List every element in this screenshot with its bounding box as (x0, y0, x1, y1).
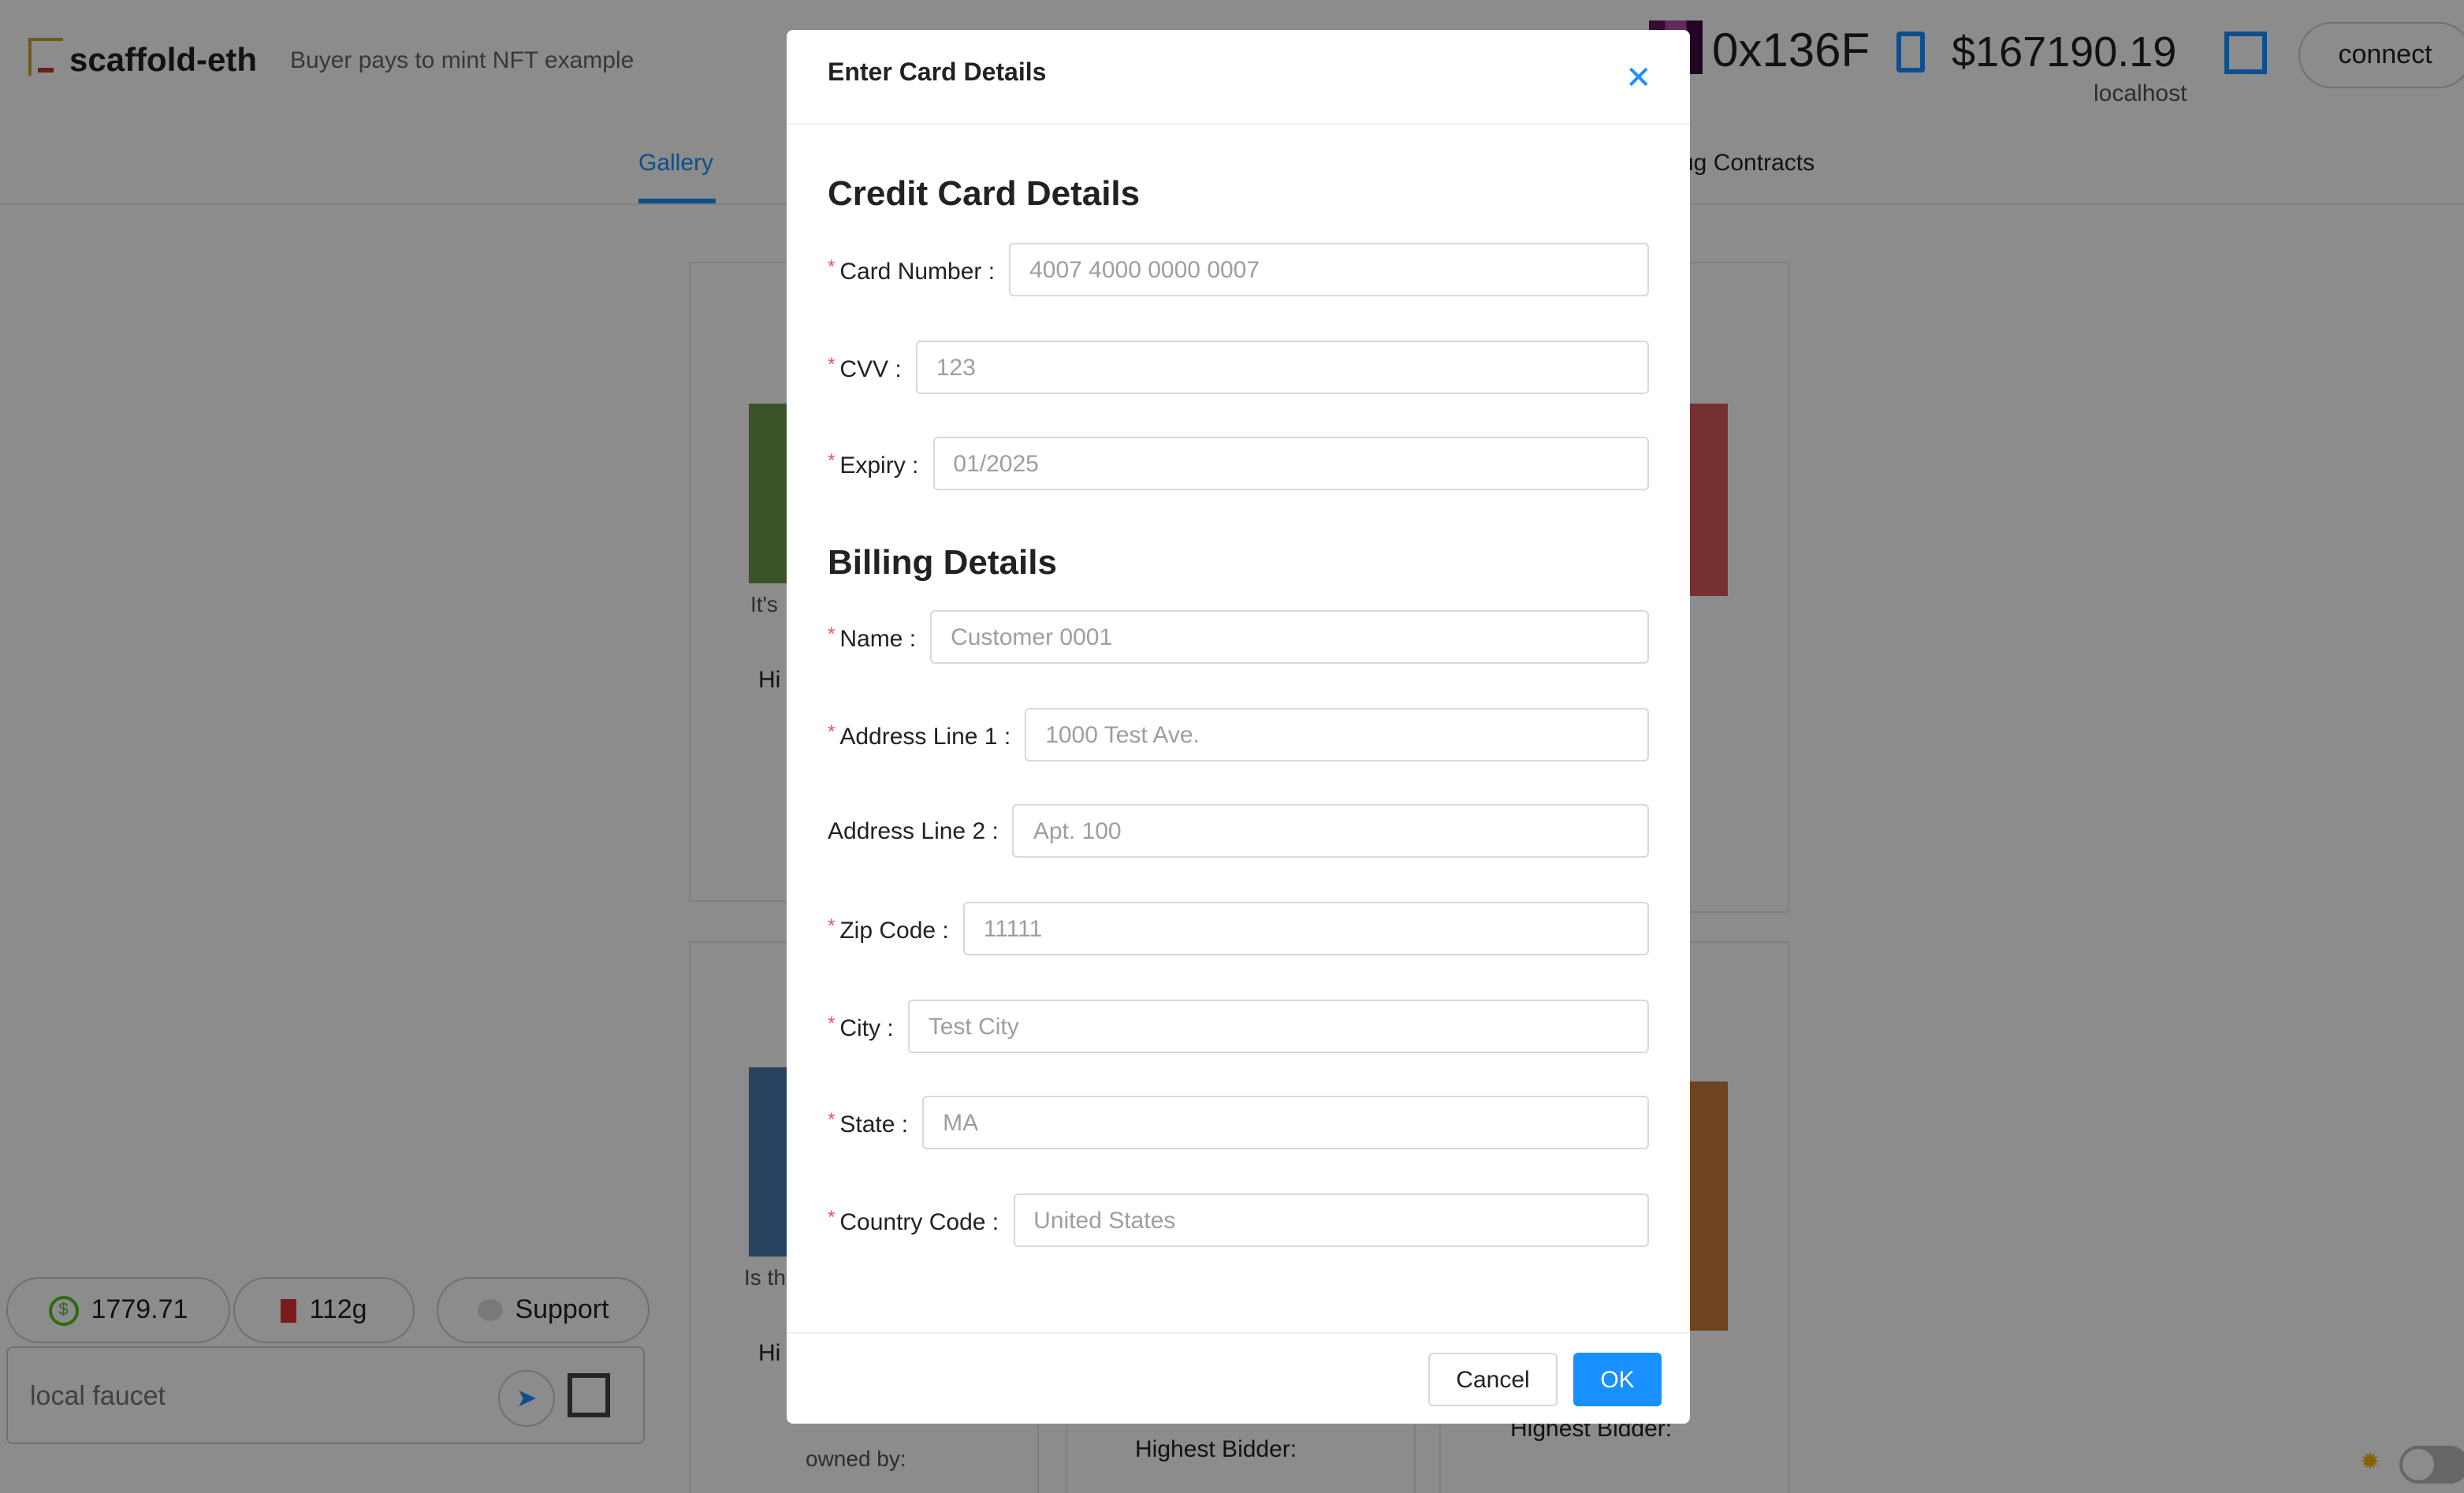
label-colon: : (895, 1111, 909, 1137)
close-icon[interactable]: ✕ (1625, 58, 1652, 98)
required-marker: * (828, 352, 836, 374)
field-row-country-code: * Country Code : United States (828, 1193, 1649, 1247)
cvv-input[interactable]: 123 (915, 341, 1649, 394)
required-marker: * (828, 914, 836, 936)
label-colon: : (880, 1015, 894, 1041)
expiry-placeholder: 01/2025 (953, 450, 1039, 477)
expiry-label: * Expiry : (828, 449, 932, 478)
label-colon: : (981, 258, 996, 285)
city-label: * City : (828, 1011, 908, 1041)
field-row-expiry: * Expiry : 01/2025 (828, 437, 1649, 490)
country-code-label: * Country Code : (828, 1205, 1013, 1235)
address-line-2-input[interactable]: Apt. 100 (1012, 804, 1649, 858)
required-marker: * (828, 255, 836, 277)
label-text: Zip Code (839, 917, 936, 944)
modal-title: Enter Card Details (828, 60, 1047, 87)
field-row-card-number: * Card Number : 4007 4000 0000 0007 (828, 243, 1649, 296)
name-placeholder: Customer 0001 (951, 624, 1113, 650)
modal-footer-divider (787, 1332, 1690, 1334)
required-marker: * (828, 1108, 836, 1130)
zip-code-input[interactable]: 11111 (962, 902, 1649, 955)
zip-code-label: * Zip Code : (828, 914, 963, 944)
field-row-zip-code: * Zip Code : 11111 (828, 902, 1649, 955)
country-code-placeholder: United States (1033, 1207, 1176, 1234)
state-placeholder: MA (943, 1109, 979, 1136)
required-marker: * (828, 1011, 836, 1033)
state-input[interactable]: MA (922, 1096, 1649, 1149)
required-marker: * (828, 449, 836, 471)
address-line-1-input[interactable]: 1000 Test Ave. (1025, 708, 1649, 761)
label-colon: : (888, 356, 902, 382)
field-row-address-line-2: Address Line 2 : Apt. 100 (828, 804, 1649, 858)
card-number-placeholder: 4007 4000 0000 0007 (1029, 256, 1260, 283)
label-text: Address Line 2 (828, 817, 986, 844)
field-row-name: * Name : Customer 0001 (828, 610, 1649, 664)
label-text: City (839, 1015, 881, 1041)
field-row-state: * State : MA (828, 1096, 1649, 1149)
label-colon: : (997, 723, 1011, 750)
label-colon: : (936, 917, 949, 944)
ok-button[interactable]: OK (1573, 1353, 1662, 1406)
cancel-button[interactable]: Cancel (1428, 1353, 1558, 1406)
state-label: * State : (828, 1108, 922, 1137)
card-number-label: * Card Number : (828, 255, 1009, 285)
field-row-address-line-1: * Address Line 1 : 1000 Test Ave. (828, 708, 1649, 761)
city-placeholder: Test City (928, 1013, 1019, 1040)
billing-heading: Billing Details (828, 542, 1057, 582)
card-details-modal: Enter Card Details ✕ Credit Card Details… (787, 30, 1690, 1424)
address-line-1-placeholder: 1000 Test Ave. (1045, 721, 1200, 748)
required-marker: * (828, 622, 836, 644)
city-input[interactable]: Test City (907, 1000, 1649, 1053)
label-text: Card Number (839, 258, 982, 285)
label-text: Address Line 1 (839, 723, 998, 750)
cvv-label: * CVV : (828, 352, 916, 382)
label-colon: : (905, 452, 919, 478)
label-text: Country Code (839, 1208, 986, 1235)
credit-card-heading: Credit Card Details (828, 173, 1141, 213)
label-colon: : (985, 817, 999, 844)
address-line-2-label: Address Line 2 : (828, 817, 1013, 844)
label-text: State (839, 1111, 895, 1137)
label-text: CVV (839, 356, 889, 382)
name-input[interactable]: Customer 0001 (930, 610, 1649, 664)
required-marker: * (828, 1205, 836, 1227)
label-colon: : (985, 1208, 999, 1235)
address-line-1-label: * Address Line 1 : (828, 720, 1025, 750)
expiry-input[interactable]: 01/2025 (932, 437, 1649, 490)
country-code-input[interactable]: United States (1013, 1193, 1649, 1247)
label-text: Name (839, 625, 903, 652)
modal-header: Enter Card Details ✕ (787, 30, 1690, 125)
address-line-2-placeholder: Apt. 100 (1033, 817, 1122, 844)
field-row-city: * City : Test City (828, 1000, 1649, 1053)
field-row-cvv: * CVV : 123 (828, 341, 1649, 394)
zip-code-placeholder: 11111 (983, 915, 1043, 942)
name-label: * Name : (828, 622, 930, 652)
card-number-input[interactable]: 4007 4000 0000 0007 (1009, 243, 1649, 296)
label-text: Expiry (839, 452, 906, 478)
cvv-placeholder: 123 (936, 354, 976, 381)
required-marker: * (828, 720, 836, 742)
app: scaffold-eth Buyer pays to mint NFT exam… (0, 0, 2464, 1493)
label-colon: : (903, 625, 917, 652)
